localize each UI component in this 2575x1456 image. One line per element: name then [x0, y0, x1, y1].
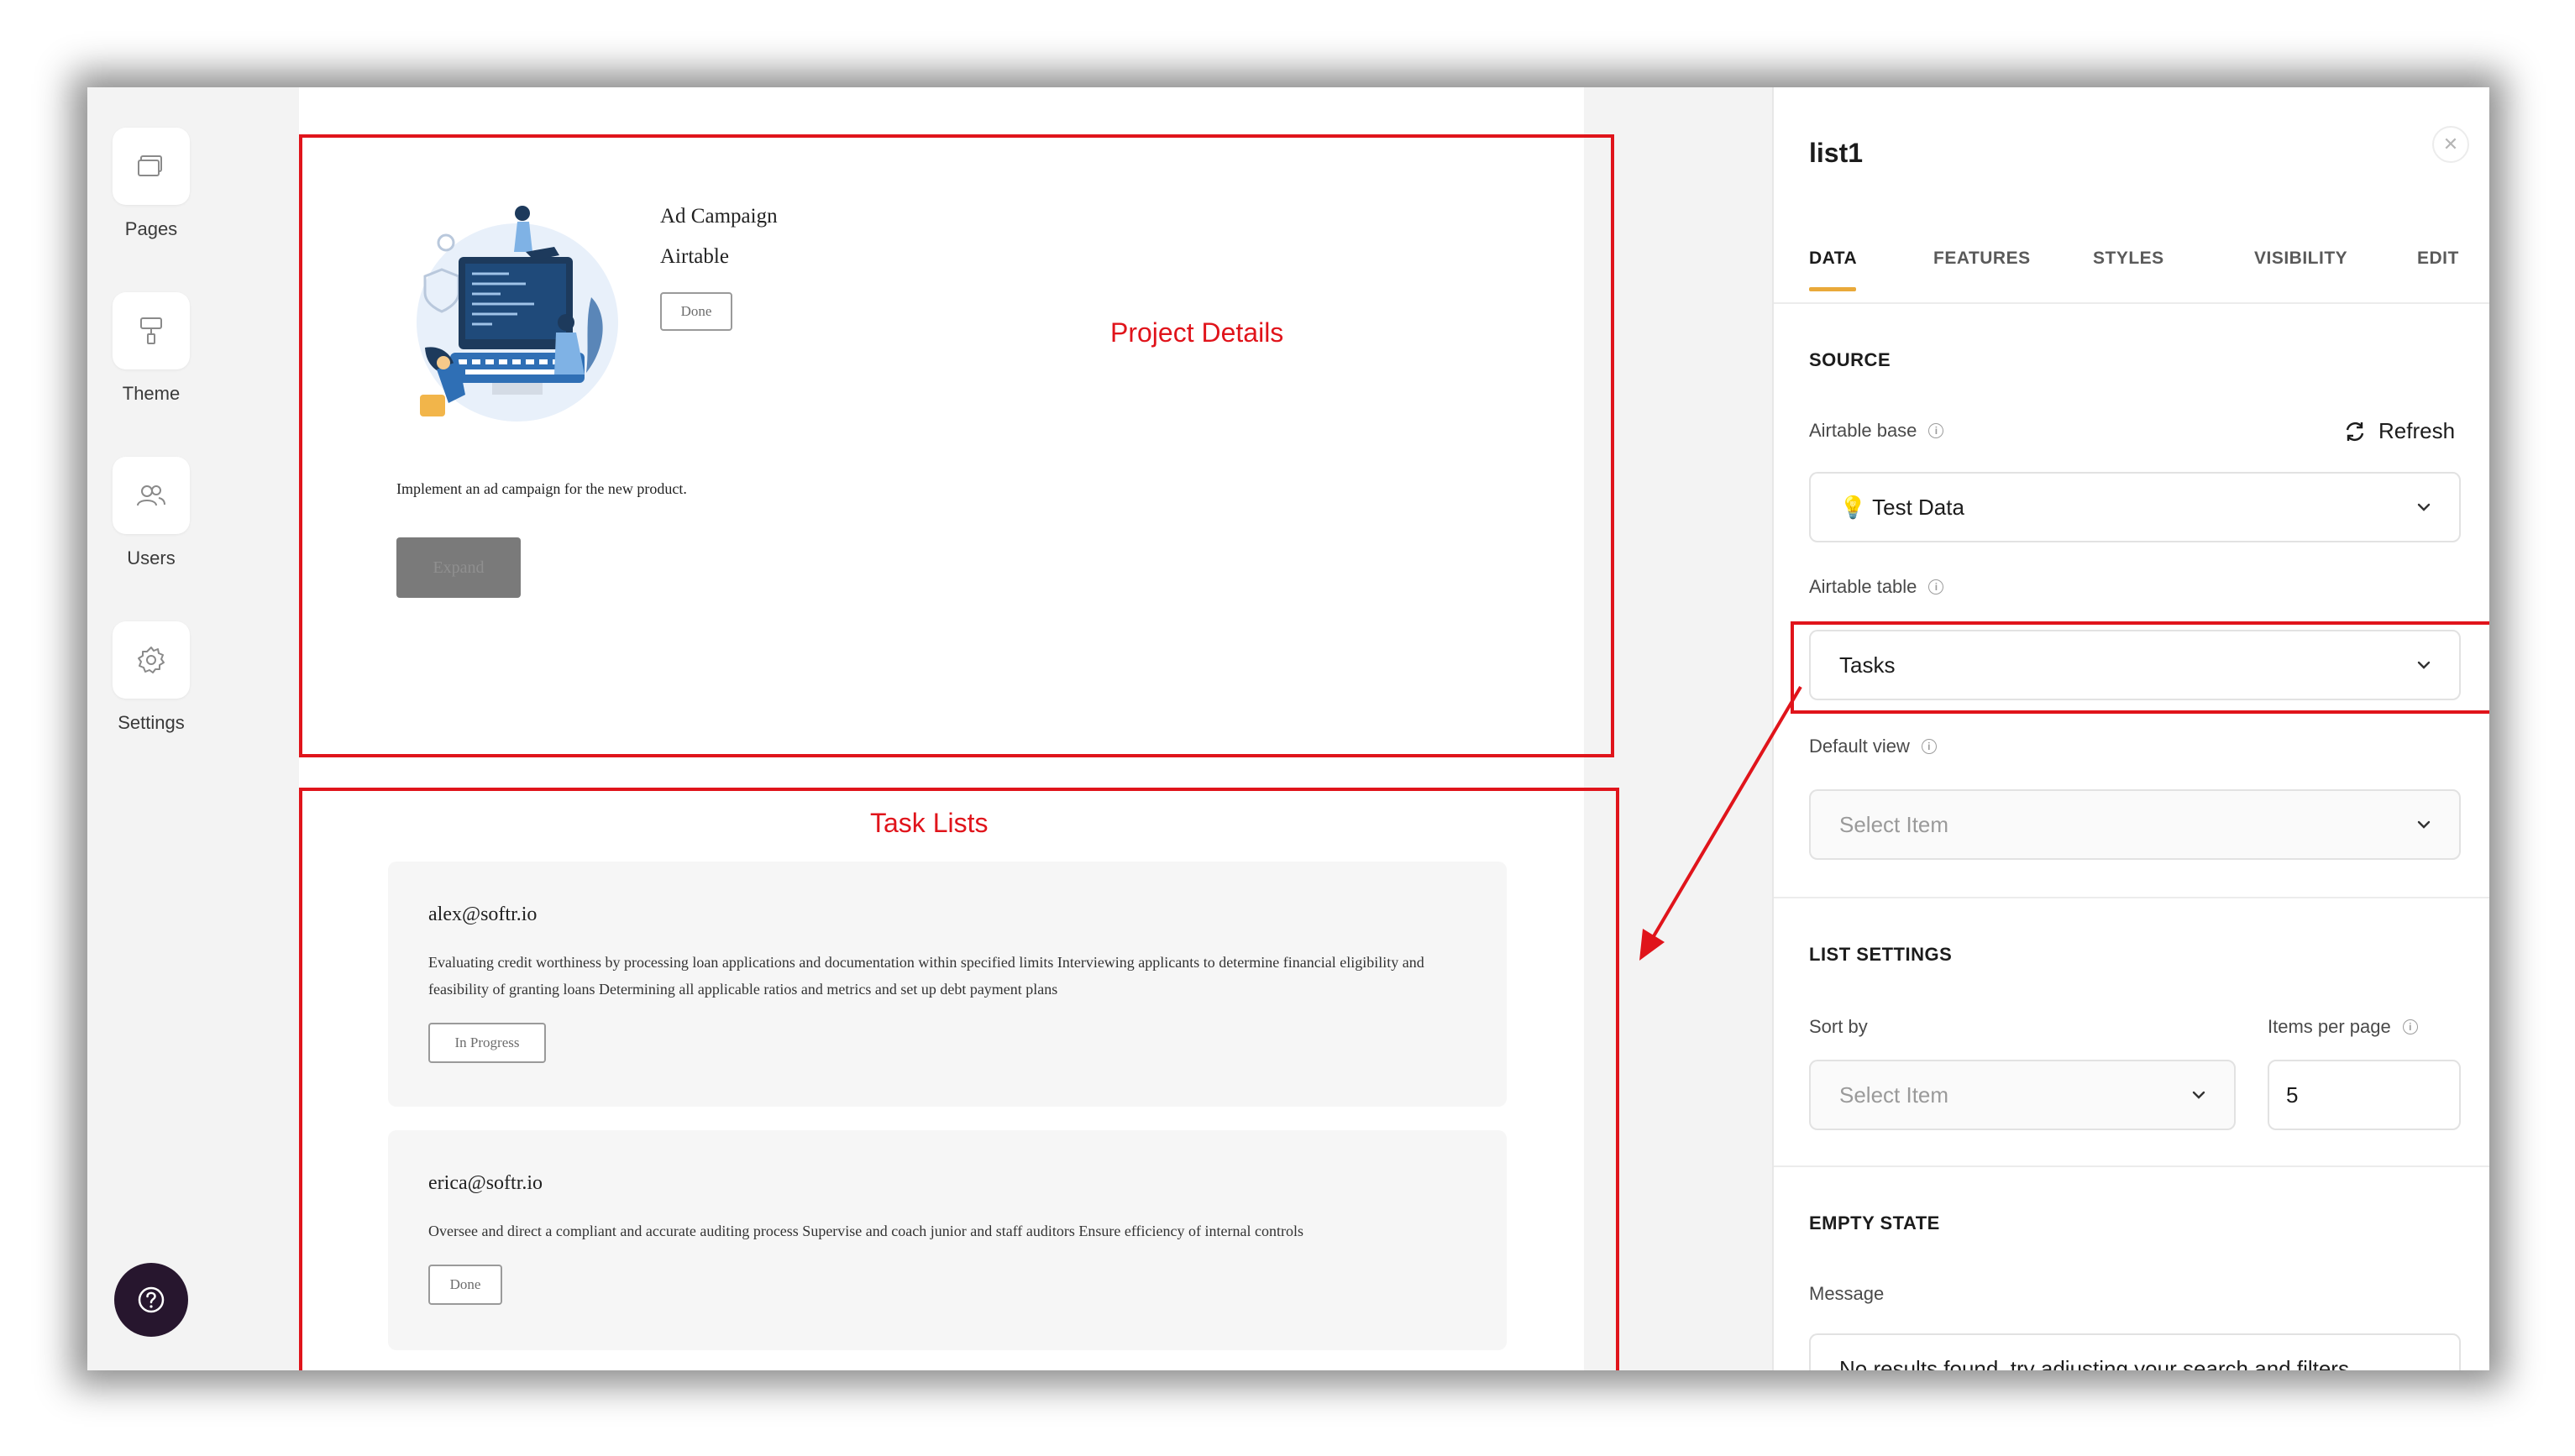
builder-window: Pages Theme Users Settings Ad Campaign A… — [87, 87, 2489, 1370]
annotation-arrow — [1639, 685, 1802, 961]
